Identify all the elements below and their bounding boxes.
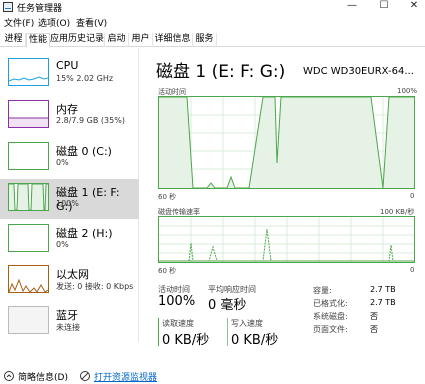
sidebar-item-bluetooth[interactable]: 蓝牙 未连接 <box>0 304 139 348</box>
read-speed-label: 读取速度 <box>162 319 194 328</box>
fewer-details-button[interactable]: 简略信息(D) <box>18 370 68 383</box>
tab-performance[interactable]: 性能 <box>26 33 50 48</box>
sidebar-item-label: 磁盘 0 (C:) <box>56 145 112 158</box>
tab-services[interactable]: 服务 <box>193 33 217 47</box>
sidebar-item-label: 蓝牙 <box>56 309 78 322</box>
sidebar-item-sub: 2.8/7.9 GB (35%) <box>56 116 125 125</box>
active-time-axis-label: 60 秒 <box>158 193 177 201</box>
sidebar: CPU 15% 2.02 GHz 内存 2.8/7.9 GB (35%) 磁盘 … <box>0 48 139 342</box>
formatted-label: 已格式化: <box>313 299 348 308</box>
transfer-rate-graph-svg <box>159 217 414 262</box>
active-time-graph-svg <box>159 97 414 188</box>
sidebar-item-sub: 15% 2.02 GHz <box>56 74 114 83</box>
sidebar-item-label: 内存 <box>56 103 78 116</box>
menu-options[interactable]: 选项(O) <box>38 16 70 29</box>
sidebar-item-sub: 0% <box>56 158 69 167</box>
sidebar-item-disk2[interactable]: 磁盘 2 (H:) 0% <box>0 222 139 266</box>
sidebar-item-disk1[interactable]: 磁盘 1 (E: F: G:) 100% <box>0 179 139 219</box>
transfer-rate-graph-min: 0 <box>410 266 415 274</box>
response-time-stat-value: 0 毫秒 <box>208 298 247 313</box>
chevron-up-icon[interactable] <box>4 371 14 381</box>
transfer-rate-axis-label: 60 秒 <box>158 267 177 275</box>
sidebar-item-sub: 100% <box>56 199 79 208</box>
tab-details[interactable]: 详细信息 <box>153 33 193 47</box>
sidebar-item-cpu[interactable]: CPU 15% 2.02 GHz <box>0 56 139 100</box>
formatted-value: 2.7 TB <box>370 298 396 307</box>
maximize-button[interactable]: ☐ <box>373 0 395 14</box>
read-speed-indicator <box>158 318 159 346</box>
title-bar: 任务管理器 — ☐ ✕ <box>0 0 425 14</box>
active-time-graph-min: 0 <box>410 192 415 200</box>
tab-bar: 进程 性能 应用历史记录 启动 用户 详细信息 服务 <box>0 33 425 48</box>
tab-startup[interactable]: 启动 <box>105 33 129 47</box>
capacity-value: 2.7 TB <box>370 285 396 294</box>
window-title: 任务管理器 <box>17 4 63 14</box>
task-manager-icon <box>3 2 13 12</box>
tab-users[interactable]: 用户 <box>129 33 153 47</box>
page-file-value: 否 <box>370 325 378 334</box>
resource-monitor-icon <box>80 371 90 381</box>
menu-file[interactable]: 文件(F) <box>4 16 34 29</box>
read-speed-value: 0 KB/秒 <box>162 333 210 348</box>
sidebar-item-ethernet[interactable]: 以太网 发送: 0 接收: 0 Kbps <box>0 263 139 307</box>
footer: 简略信息(D) 打开资源监视器 <box>0 368 425 384</box>
sidebar-item-label: 磁盘 2 (H:) <box>56 227 113 240</box>
system-disk-label: 系统磁盘: <box>313 312 348 321</box>
sidebar-item-disk0[interactable]: 磁盘 0 (C:) 0% <box>0 140 139 184</box>
sidebar-item-label: CPU <box>56 59 79 72</box>
capacity-label: 容量: <box>313 286 332 295</box>
system-disk-value: 否 <box>370 312 378 321</box>
menu-view[interactable]: 查看(V) <box>76 16 107 29</box>
sidebar-item-memory[interactable]: 内存 2.8/7.9 GB (35%) <box>0 98 139 142</box>
disk1-thumbnail <box>8 183 49 211</box>
memory-thumbnail <box>8 100 49 128</box>
tab-processes[interactable]: 进程 <box>2 33 26 47</box>
sidebar-item-sub: 发送: 0 接收: 0 Kbps <box>56 282 134 291</box>
disk2-thumbnail <box>8 224 49 252</box>
minimize-button[interactable]: — <box>341 0 363 14</box>
write-speed-label: 写入速度 <box>231 319 263 328</box>
close-button[interactable]: ✕ <box>403 0 425 14</box>
write-speed-value: 0 KB/秒 <box>231 333 279 348</box>
transfer-rate-graph <box>158 216 415 263</box>
page-title: 磁盘 1 (E: F: G:) <box>156 62 286 82</box>
active-time-stat-value: 100% <box>158 294 196 309</box>
bluetooth-thumbnail <box>8 306 49 334</box>
page-file-label: 页面文件: <box>313 325 348 334</box>
ethernet-thumbnail <box>8 265 49 293</box>
disk0-thumbnail <box>8 142 49 170</box>
write-speed-indicator <box>227 318 228 346</box>
cpu-thumbnail <box>8 58 49 86</box>
active-time-graph-max: 100% <box>397 87 418 95</box>
disk-model: WDC WD30EURX-64... <box>303 66 414 77</box>
tab-app-history[interactable]: 应用历史记录 <box>50 33 105 47</box>
sidebar-item-sub: 0% <box>56 240 69 249</box>
sidebar-item-sub: 未连接 <box>56 323 80 332</box>
active-time-graph <box>158 96 415 189</box>
sidebar-item-label: 以太网 <box>56 268 89 281</box>
open-resource-monitor-link[interactable]: 打开资源监视器 <box>94 370 157 383</box>
menu-bar: 文件(F) 选项(O) 查看(V) <box>0 15 425 29</box>
